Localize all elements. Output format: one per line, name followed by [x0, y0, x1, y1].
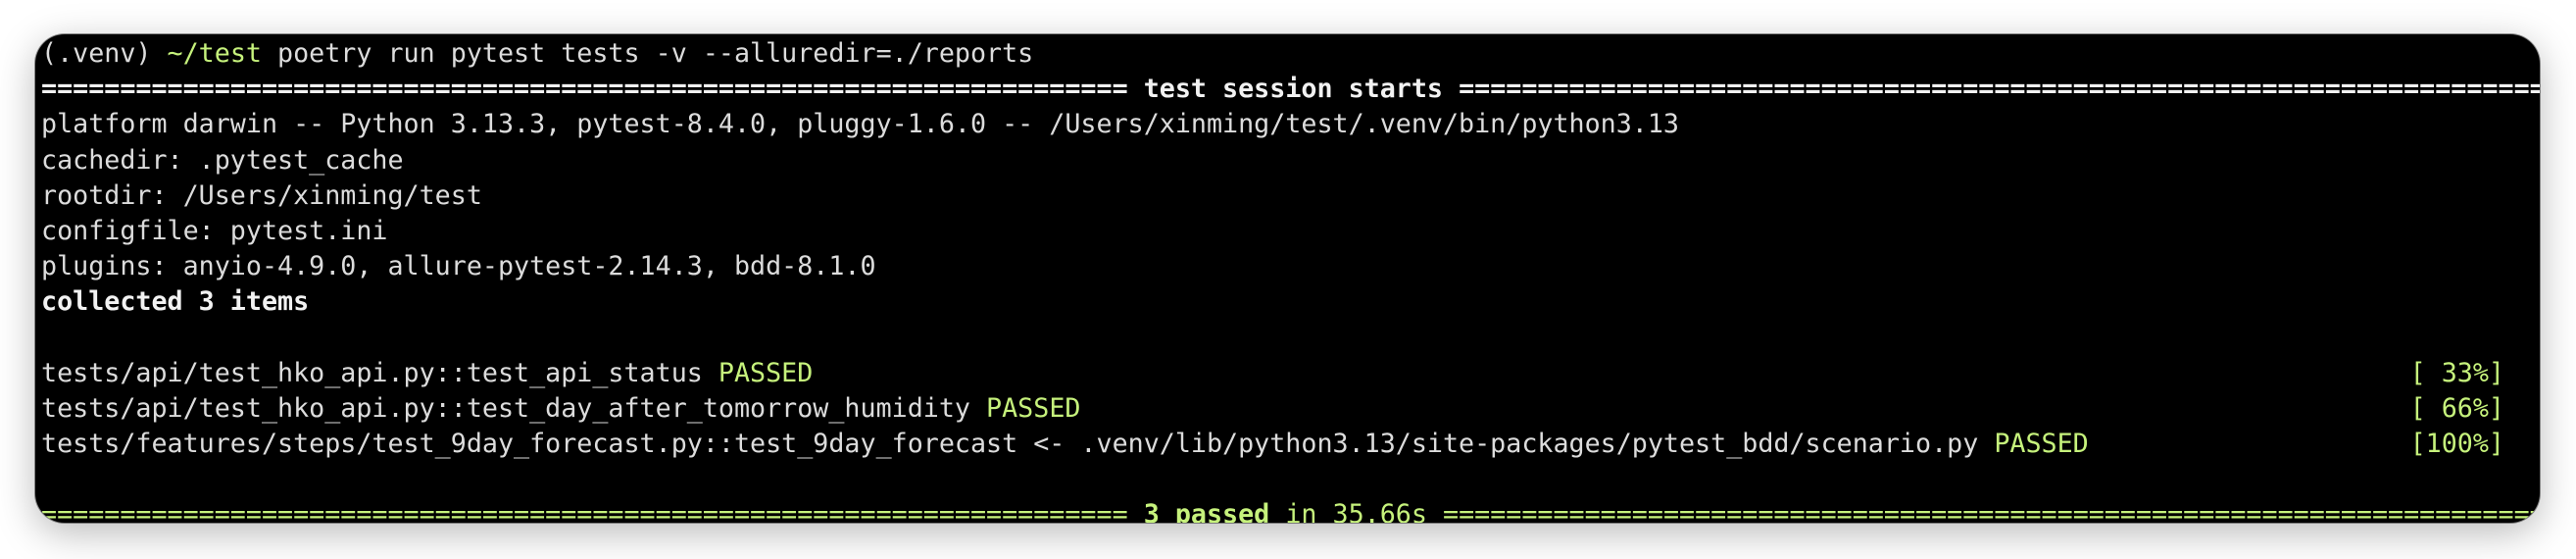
separator-left: ========================================…	[41, 499, 1128, 523]
test-progress: [ 33%]	[2409, 357, 2504, 388]
test-result-row: tests/api/test_hko_api.py::test_api_stat…	[41, 356, 2540, 391]
collected-line: collected 3 items	[41, 286, 310, 318]
test-status: PASSED	[1994, 429, 2089, 460]
current-directory: ~/test	[167, 38, 262, 69]
test-progress: [ 66%]	[2409, 392, 2504, 424]
configfile-line: configfile: pytest.ini	[41, 215, 388, 246]
separator-right: ========================================…	[1459, 74, 2540, 105]
rootdir-line: rootdir: /Users/xinming/test	[41, 179, 482, 211]
terminal-output: (.venv) ~/test poetry run pytest tests -…	[41, 36, 2540, 523]
plugins-line: plugins: anyio-4.9.0, allure-pytest-2.14…	[41, 251, 876, 282]
duration: in 35.66s	[1269, 499, 1443, 523]
test-name: tests/api/test_hko_api.py::test_day_afte…	[41, 392, 987, 424]
session-start-separator: ========================================…	[41, 72, 2540, 107]
separator-right: ========================================…	[1443, 499, 2540, 523]
platform-line: platform darwin -- Python 3.13.3, pytest…	[41, 109, 1679, 140]
test-name: tests/features/steps/test_9day_forecast.…	[41, 429, 1995, 460]
test-status: PASSED	[986, 392, 1081, 424]
test-status: PASSED	[718, 357, 814, 388]
terminal-window[interactable]: (.venv) ~/test poetry run pytest tests -…	[35, 34, 2540, 523]
test-result-row: tests/api/test_hko_api.py::test_day_afte…	[41, 391, 2540, 427]
cachedir-line: cachedir: .pytest_cache	[41, 144, 404, 176]
command-text: poetry run pytest tests -v --alluredir=.…	[261, 38, 1034, 69]
passed-count: 3 passed	[1127, 499, 1270, 523]
summary-line: ========================================…	[41, 497, 2540, 523]
separator-left: ========================================…	[41, 74, 1128, 105]
command-prompt-line: (.venv) ~/test poetry run pytest tests -…	[41, 36, 2540, 72]
test-progress: [100%]	[2409, 429, 2504, 460]
test-result-row: tests/features/steps/test_9day_forecast.…	[41, 427, 2540, 462]
venv-indicator: (.venv)	[41, 38, 168, 69]
session-title: test session starts	[1127, 74, 1460, 105]
test-name: tests/api/test_hko_api.py::test_api_stat…	[41, 357, 718, 388]
